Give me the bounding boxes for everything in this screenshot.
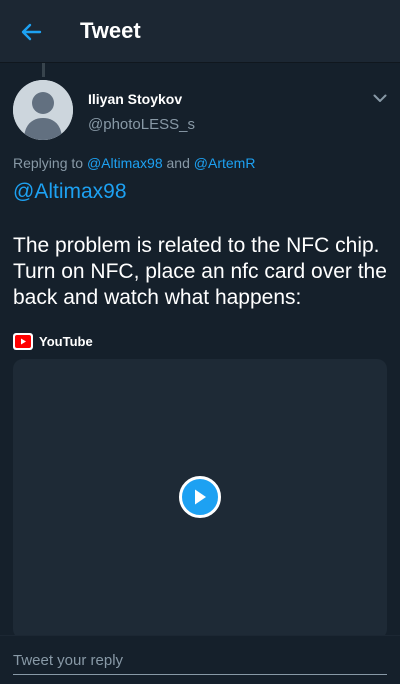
- author-handle[interactable]: @photoLESS_s: [88, 116, 195, 133]
- media-source-label: YouTube: [39, 333, 93, 349]
- replying-user-link[interactable]: @Altimax98: [87, 155, 163, 171]
- thread-connector-line: [42, 63, 45, 77]
- replying-user-link[interactable]: @ArtemR: [194, 155, 256, 171]
- replying-and-label: and: [166, 155, 190, 171]
- youtube-icon: [13, 332, 33, 350]
- chevron-down-icon: [373, 94, 387, 102]
- arrow-left-icon: [21, 23, 42, 41]
- reply-input[interactable]: [13, 646, 387, 675]
- video-embed[interactable]: [13, 359, 387, 639]
- author-name[interactable]: Iliyan Stoykov: [88, 91, 182, 107]
- reply-bar: [0, 635, 400, 684]
- app-header: Tweet: [0, 0, 400, 63]
- mention-link[interactable]: @Altimax98: [13, 180, 127, 204]
- play-button[interactable]: [179, 476, 221, 518]
- play-icon: [195, 489, 206, 505]
- default-avatar-icon: [13, 80, 73, 140]
- avatar[interactable]: [13, 80, 73, 140]
- tweet-text: The problem is related to the NFC chip. …: [13, 234, 387, 309]
- media-source[interactable]: YouTube: [13, 331, 93, 351]
- tweet-menu-button[interactable]: [368, 86, 392, 110]
- replying-to-line: Replying to @Altimax98 and @ArtemR: [13, 155, 255, 171]
- back-button[interactable]: [14, 15, 48, 49]
- page-title: Tweet: [80, 18, 141, 43]
- replying-to-label: Replying to: [13, 155, 84, 171]
